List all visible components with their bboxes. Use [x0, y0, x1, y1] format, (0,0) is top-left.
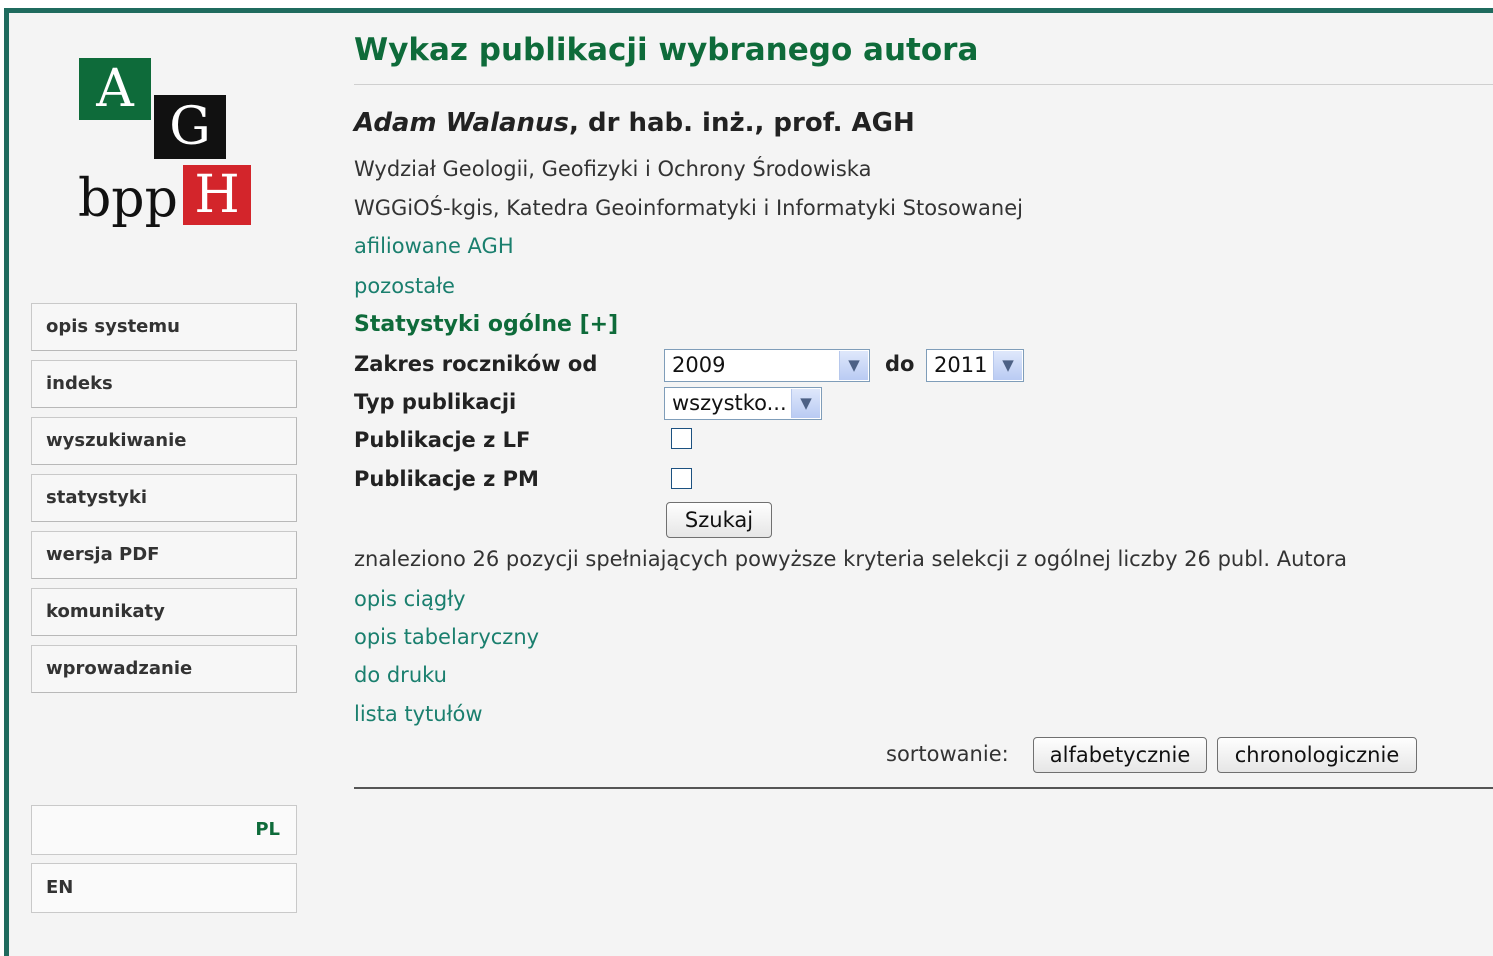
author-title: , dr hab. inż., prof. AGH [569, 108, 915, 138]
author-department: WGGiOŚ-kgis, Katedra Geoinformatyki i In… [354, 196, 1023, 220]
chevron-down-icon: ▼ [791, 389, 820, 418]
pm-checkbox[interactable] [671, 468, 692, 489]
author-name: Adam Walanus [354, 108, 570, 138]
year-to-select[interactable]: 2011 ▼ [926, 349, 1024, 382]
pm-label: Publikacje z PM [354, 467, 539, 491]
link-opis-tabelaryczny[interactable]: opis tabelaryczny [354, 625, 539, 649]
results-summary: znaleziono 26 pozycji spełniających powy… [354, 547, 1347, 571]
stats-toggle[interactable]: Statystyki ogólne [+] [354, 312, 618, 337]
search-button[interactable]: Szukaj [666, 502, 772, 538]
page-title: Wykaz publikacji wybranego autora [354, 32, 979, 68]
link-do-druku[interactable]: do druku [354, 663, 447, 687]
agh-bpp-logo[interactable]: A G H bpp [76, 57, 256, 237]
sort-alphabetical-button[interactable]: alfabetycznie [1033, 737, 1207, 773]
chevron-down-icon: ▼ [839, 351, 868, 380]
years-label: Zakres roczników od [354, 352, 598, 376]
logo-letter-g: G [154, 95, 226, 159]
publication-type-value: wszystko... [672, 391, 787, 415]
logo-letter-h: H [183, 165, 251, 225]
link-other[interactable]: pozostałe [354, 274, 455, 298]
link-opis-ciagly[interactable]: opis ciągły [354, 587, 466, 611]
lf-label: Publikacje z LF [354, 428, 531, 452]
chevron-down-icon: ▼ [993, 351, 1022, 380]
bottom-divider [354, 787, 1493, 789]
type-label: Typ publikacji [354, 390, 517, 414]
year-from-value: 2009 [672, 353, 726, 377]
menu-item-komunikaty[interactable]: komunikaty [31, 588, 297, 636]
logo-letter-a: A [79, 58, 151, 120]
publication-type-select[interactable]: wszystko... ▼ [664, 387, 822, 420]
link-lista-tytulow[interactable]: lista tytułów [354, 702, 483, 726]
language-pl[interactable]: PL [31, 805, 297, 855]
title-divider [354, 84, 1493, 85]
menu-item-opis-systemu[interactable]: opis systemu [31, 303, 297, 351]
year-to-label: do [885, 352, 915, 376]
author-faculty: Wydział Geologii, Geofizyki i Ochrony Śr… [354, 157, 872, 181]
menu-item-indeks[interactable]: indeks [31, 360, 297, 408]
year-to-value: 2011 [934, 353, 988, 377]
link-affiliated-agh[interactable]: afiliowane AGH [354, 234, 514, 258]
author-heading: Adam Walanus, dr hab. inż., prof. AGH [354, 108, 915, 138]
logo-bpp: bpp [78, 169, 178, 229]
menu-item-wersja-pdf[interactable]: wersja PDF [31, 531, 297, 579]
language-en[interactable]: EN [31, 863, 297, 913]
sort-label: sortowanie: [886, 742, 1009, 766]
menu-item-statystyki[interactable]: statystyki [31, 474, 297, 522]
sort-chronological-button[interactable]: chronologicznie [1217, 737, 1417, 773]
year-from-select[interactable]: 2009 ▼ [664, 349, 870, 382]
menu-item-wyszukiwanie[interactable]: wyszukiwanie [31, 417, 297, 465]
lf-checkbox[interactable] [671, 428, 692, 449]
menu-item-wprowadzanie[interactable]: wprowadzanie [31, 645, 297, 693]
